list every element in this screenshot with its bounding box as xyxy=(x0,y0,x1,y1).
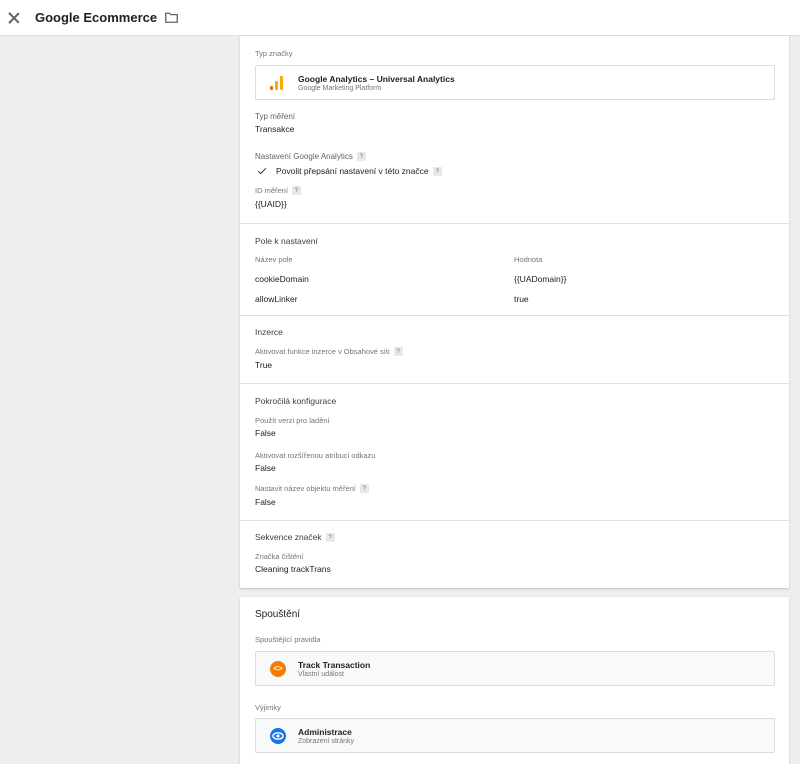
cleanup-value: Cleaning trackTrans xyxy=(255,564,331,574)
help-icon[interactable]: ? xyxy=(325,533,335,542)
object-name-label: Nastavit název objektu měření? xyxy=(255,484,369,493)
folder-icon[interactable] xyxy=(165,12,179,23)
page-view-icon xyxy=(270,728,286,744)
override-setting: Povolit přepsání nastavení v této značce… xyxy=(257,165,442,176)
fields-column-name: Název pole xyxy=(255,255,293,264)
help-icon[interactable]: ? xyxy=(359,484,369,493)
triggering-heading: Spouštění xyxy=(255,609,301,620)
tag-type-subtitle: Google Marketing Platform xyxy=(298,85,382,92)
object-name-value: False xyxy=(255,497,276,507)
ga-settings-label: Nastavení Google Analytics? xyxy=(255,152,366,161)
analytics-icon xyxy=(270,76,284,90)
help-icon[interactable]: ? xyxy=(356,152,366,161)
advanced-heading: Pokročilá konfigurace xyxy=(255,396,337,406)
close-icon[interactable] xyxy=(7,11,21,25)
ads-label: Aktivovat funkce inzerce v Obsahové síti… xyxy=(255,347,403,356)
exceptions-label: Výjimky xyxy=(255,703,281,712)
tag-type-label: Typ značky xyxy=(255,49,293,58)
help-icon[interactable]: ? xyxy=(291,186,301,195)
triggering-card[interactable]: Spouštění Spouštějící pravidla <> Track … xyxy=(240,597,789,764)
check-icon xyxy=(257,165,267,175)
tag-type-name: Google Analytics – Universal Analytics xyxy=(298,74,455,84)
debug-value: False xyxy=(255,428,276,438)
ads-value: True xyxy=(255,360,273,370)
ads-heading: Inzerce xyxy=(255,327,283,337)
link-attribution-label: Aktivovat rozšířenou atribuci odkazu xyxy=(255,451,376,460)
help-icon[interactable]: ? xyxy=(393,347,403,356)
measurement-id-value: {{UAID}} xyxy=(255,199,287,209)
fields-column-value: Hodnota xyxy=(514,255,543,264)
trigger-item[interactable]: <> Track Transaction Vlastní událost xyxy=(255,651,775,686)
tag-configuration-card[interactable]: Typ značky Google Analytics – Universal … xyxy=(240,36,789,588)
page-title: Google Ecommerce xyxy=(35,10,158,25)
fields-heading: Pole k nastavení xyxy=(255,236,318,246)
top-bar: Google Ecommerce xyxy=(0,0,800,36)
link-attribution-value: False xyxy=(255,463,276,473)
divider xyxy=(240,315,789,316)
field-value: true xyxy=(514,294,529,304)
divider xyxy=(240,383,789,384)
debug-label: Použít verzi pro ladění xyxy=(255,416,330,425)
cleanup-label: Značka čištění xyxy=(255,552,304,561)
help-icon[interactable]: ? xyxy=(432,167,442,176)
measurement-id-label: ID měření? xyxy=(255,186,301,195)
field-name: cookieDomain xyxy=(255,274,309,284)
field-name: allowLinker xyxy=(255,294,298,304)
trigger-name: Track Transaction xyxy=(298,660,371,670)
firing-triggers-label: Spouštějící pravidla xyxy=(255,635,321,644)
sequence-heading: Sekvence značek? xyxy=(255,532,335,542)
tag-type-box[interactable]: Google Analytics – Universal Analytics G… xyxy=(255,65,775,100)
divider xyxy=(240,520,789,521)
divider xyxy=(240,223,789,224)
exception-item[interactable]: Administrace Zobrazení stránky xyxy=(255,718,775,753)
measure-type-value: Transakce xyxy=(255,124,295,134)
measure-type-label: Typ měření xyxy=(255,112,296,121)
trigger-type: Vlastní událost xyxy=(298,671,344,678)
exception-type: Zobrazení stránky xyxy=(298,738,355,745)
exception-name: Administrace xyxy=(298,727,352,737)
field-value: {{UADomain}} xyxy=(514,274,567,284)
custom-event-icon: <> xyxy=(270,661,286,677)
